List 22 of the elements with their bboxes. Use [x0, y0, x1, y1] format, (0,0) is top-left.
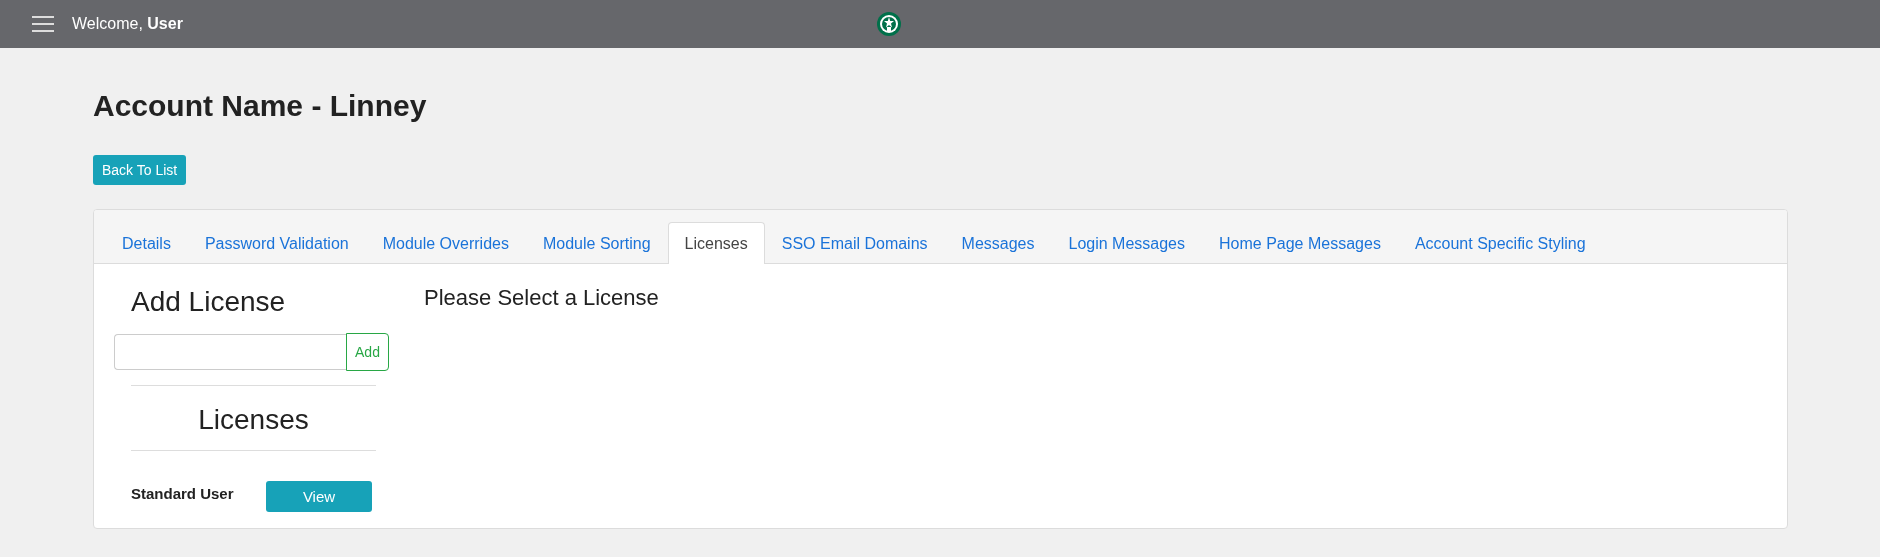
tab[interactable]: Licenses [667, 222, 765, 264]
logo-icon [877, 12, 901, 36]
add-button[interactable]: Add [346, 333, 389, 371]
tab[interactable]: SSO Email Domains [764, 222, 945, 264]
detail-heading: Please Select a License [424, 284, 659, 312]
view-button[interactable]: View [266, 481, 372, 512]
page-title: Account Name - Linney [93, 88, 428, 124]
section-heading: Add License [131, 285, 287, 319]
menu-icon[interactable] [30, 14, 56, 34]
license-name: Standard User [131, 485, 235, 502]
back-button[interactable]: Back To List [93, 155, 187, 185]
tab[interactable]: Module Overrides [365, 222, 526, 264]
tab[interactable]: Password Validation [187, 222, 366, 264]
section-heading: Licenses [197, 404, 310, 436]
tab[interactable]: Account Specific Styling [1397, 222, 1603, 264]
tab[interactable]: Home Page Messages [1202, 222, 1398, 264]
tab[interactable]: Login Messages [1051, 222, 1202, 264]
tab[interactable]: Messages [944, 222, 1052, 264]
license-input[interactable] [114, 334, 346, 370]
tab[interactable]: Details [105, 222, 188, 264]
welcome-text: Welcome, User [72, 15, 183, 33]
tab[interactable]: Module Sorting [525, 222, 668, 264]
